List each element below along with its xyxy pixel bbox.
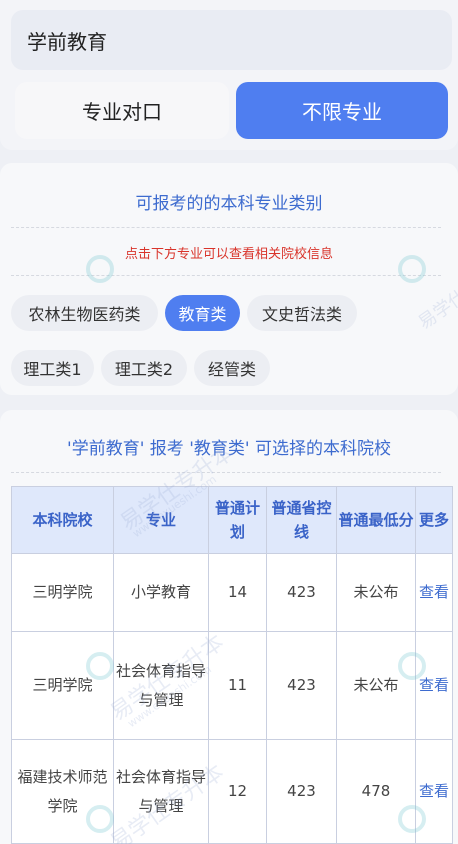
view-more-link[interactable]: 查看 [415, 631, 453, 740]
cell-line: 423 [266, 739, 337, 844]
view-more-link[interactable]: 查看 [415, 553, 453, 632]
category-title: 可报考的的本科专业类别 [135, 194, 323, 214]
cell-min: 未公布 [336, 553, 416, 632]
cell-plan: 14 [208, 553, 267, 632]
chip-category[interactable]: 农林生物医药类 [11, 295, 158, 331]
header-line: 普通省控线 [266, 486, 337, 554]
cell-plan: 12 [208, 739, 267, 844]
view-more-link[interactable]: 查看 [415, 739, 453, 844]
divider [11, 472, 441, 473]
table-row: 三明学院 社会体育指导与管理 11 423 未公布 查看 [11, 631, 453, 740]
category-panel: 可报考的的本科专业类别 点击下方专业可以查看相关院校信息 农林生物医药类 教育类… [0, 163, 458, 395]
header-school: 本科院校 [11, 486, 114, 554]
chip-category[interactable]: 经管类 [194, 350, 270, 386]
cell-school: 福建技术师范学院 [11, 739, 114, 844]
chip-category-active[interactable]: 教育类 [165, 295, 240, 331]
schools-table: 本科院校 专业 普通计划 普通省控线 普通最低分 更多 三明学院 小学教育 14… [11, 486, 453, 844]
cell-line: 423 [266, 553, 337, 632]
cell-min: 未公布 [336, 631, 416, 740]
divider [11, 275, 441, 276]
table-header-row: 本科院校 专业 普通计划 普通省控线 普通最低分 更多 [11, 486, 453, 554]
cell-major: 社会体育指导与管理 [113, 631, 209, 740]
category-hint: 点击下方专业可以查看相关院校信息 [124, 247, 333, 262]
table-row: 福建技术师范学院 社会体育指导与管理 12 423 478 查看 [11, 739, 453, 844]
match-major-button[interactable]: 专业对口 [15, 82, 229, 139]
top-panel: 学前教育 专业对口 不限专业 [0, 0, 458, 150]
chip-category[interactable]: 理工类2 [101, 350, 187, 386]
search-input[interactable]: 学前教育 [11, 10, 452, 70]
header-major: 专业 [113, 486, 209, 554]
cell-school: 三明学院 [11, 631, 114, 740]
chip-category[interactable]: 理工类1 [11, 350, 94, 386]
cell-min: 478 [336, 739, 416, 844]
table-row: 三明学院 小学教育 14 423 未公布 查看 [11, 553, 453, 632]
cell-major: 社会体育指导与管理 [113, 739, 209, 844]
header-min: 普通最低分 [336, 486, 416, 554]
any-major-button[interactable]: 不限专业 [236, 82, 448, 139]
results-title: '学前教育' 报考 '教育类' 可选择的本科院校 [67, 439, 391, 459]
results-panel: '学前教育' 报考 '教育类' 可选择的本科院校 本科院校 专业 普通计划 普通… [0, 410, 458, 844]
header-more: 更多 [415, 486, 453, 554]
cell-line: 423 [266, 631, 337, 740]
cell-plan: 11 [208, 631, 267, 740]
cell-school: 三明学院 [11, 553, 114, 632]
divider [11, 227, 441, 228]
cell-major: 小学教育 [113, 553, 209, 632]
chip-category[interactable]: 文史哲法类 [247, 295, 357, 331]
header-plan: 普通计划 [208, 486, 267, 554]
